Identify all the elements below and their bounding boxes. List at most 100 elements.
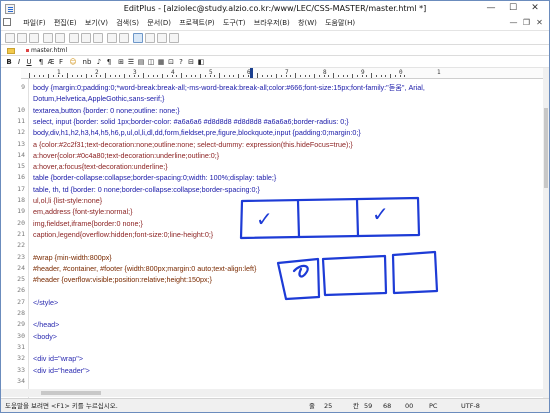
new-file-icon[interactable]: [5, 33, 15, 43]
italic-button[interactable]: I: [15, 58, 23, 67]
line-number: 34: [17, 376, 25, 385]
code-line[interactable]: body {margin:0;padding:0;*word-break:bre…: [33, 82, 545, 93]
code-line[interactable]: table, th, td {border: 0 none;border-col…: [33, 184, 545, 195]
code-line[interactable]: a {color:#2c2f31;text-decoration:none;ou…: [33, 139, 545, 150]
code-line[interactable]: ul,ol,li {list-style:none}: [33, 195, 545, 206]
doc-restore-button[interactable]: ❐: [522, 18, 531, 27]
column-value: 59: [364, 402, 373, 410]
copy-icon[interactable]: [81, 33, 91, 43]
browser-view-icon[interactable]: [133, 33, 143, 43]
emoji-icon[interactable]: ☺: [69, 58, 77, 67]
preview-icon[interactable]: [55, 33, 65, 43]
code-line[interactable]: table {border-collapse:collapse;border-s…: [33, 172, 545, 183]
code-line[interactable]: </head>: [33, 319, 545, 330]
menu-window[interactable]: 창(W): [298, 17, 317, 29]
code-line[interactable]: <body>: [33, 331, 545, 342]
code-line[interactable]: Dotum,Helvetica,AppleGothic,sans-serif;}: [33, 93, 545, 104]
code-line[interactable]: #wrap {min-width:800px}: [33, 252, 545, 263]
ruler-tick: [38, 75, 40, 77]
paste-icon[interactable]: [93, 33, 103, 43]
menu-browser[interactable]: 브라우저(B): [254, 17, 290, 29]
horizontal-scroll-thumb[interactable]: [41, 391, 101, 395]
code-line[interactable]: select, input {border: solid 1px;border-…: [33, 116, 545, 127]
frame-icon[interactable]: ▦: [157, 58, 165, 67]
code-line[interactable]: em,address {font-style:normal;}: [33, 206, 545, 217]
code-line[interactable]: [33, 342, 545, 353]
ruler-tick: [390, 74, 391, 78]
cut-icon[interactable]: [69, 33, 79, 43]
close-button[interactable]: ✕: [523, 1, 547, 17]
ruler-tick: [100, 75, 102, 77]
code-line[interactable]: a:hover,a:focus{text-decoration:underlin…: [33, 161, 545, 172]
menu-project[interactable]: 프로젝트(P): [179, 17, 214, 29]
form-icon[interactable]: ⊡: [167, 58, 175, 67]
underline-button[interactable]: U: [25, 58, 33, 67]
code-line[interactable]: #header, #container, #footer {width:800p…: [33, 263, 545, 274]
menu-tools[interactable]: 도구(T): [223, 17, 246, 29]
ruler-tick: [394, 75, 396, 77]
pilcrow-icon[interactable]: ¶: [105, 58, 113, 67]
ruler-label: 1: [437, 69, 441, 76]
image-icon[interactable]: ◫: [147, 58, 155, 67]
menu-edit[interactable]: 편집(E): [54, 17, 77, 29]
undo-icon[interactable]: [107, 33, 117, 43]
block-icon[interactable]: ▤: [137, 58, 145, 67]
help-icon[interactable]: ?: [177, 58, 185, 67]
code-line[interactable]: a:hover{color:#0c4a80;text-decoration:un…: [33, 150, 545, 161]
menu-search[interactable]: 검색(S): [116, 17, 139, 29]
print-icon[interactable]: [43, 33, 53, 43]
line-number: 31: [17, 342, 25, 351]
code-editor[interactable]: body {margin:0;padding:0;*word-break:bre…: [33, 79, 547, 398]
line-number-icon[interactable]: [169, 33, 179, 43]
code-line[interactable]: img,fieldset,iframe{border:0 none;}: [33, 218, 545, 229]
code-line[interactable]: [33, 285, 545, 296]
open-file-icon[interactable]: [17, 33, 27, 43]
doc-minimize-button[interactable]: —: [509, 18, 518, 27]
paragraph-button[interactable]: ¶: [37, 58, 45, 67]
list-icon[interactable]: ☰: [127, 58, 135, 67]
maximize-button[interactable]: ☐: [501, 1, 525, 17]
code-line[interactable]: [33, 376, 545, 387]
window-title: EditPlus - [alziolec@study.alzio.co.kr:/…: [123, 4, 427, 13]
table-icon[interactable]: ⊞: [117, 58, 125, 67]
code-line[interactable]: textarea,button {border: 0 none;outline:…: [33, 105, 545, 116]
ruler-tick: [299, 75, 301, 77]
save-icon[interactable]: [29, 33, 39, 43]
doc-close-button[interactable]: ✕: [535, 18, 544, 27]
menu-bar: 파일(F) 편집(E) 보기(V) 검색(S) 문서(D) 프로젝트(P) 도구…: [1, 17, 549, 29]
collapse-icon[interactable]: ⊟: [187, 58, 195, 67]
menu-file[interactable]: 파일(F): [23, 17, 45, 29]
file-tab-master[interactable]: master.html: [25, 45, 67, 56]
music-icon[interactable]: ♪: [95, 58, 103, 67]
code-line[interactable]: </style>: [33, 297, 545, 308]
ruler-tick: [342, 75, 344, 77]
horizontal-scrollbar[interactable]: [1, 389, 543, 397]
nbsp-button[interactable]: nb: [81, 58, 93, 67]
menu-view[interactable]: 보기(V): [85, 17, 108, 29]
ruler-icon[interactable]: [157, 33, 167, 43]
ruler-tick: [356, 75, 358, 77]
code-line[interactable]: #header {overflow:visible;position:relat…: [33, 274, 545, 285]
doc-icon[interactable]: [1, 18, 21, 30]
vertical-scrollbar[interactable]: [543, 68, 549, 398]
ruler-tick: [404, 75, 406, 77]
font-button[interactable]: Æ: [47, 58, 55, 67]
ruler-tick: [52, 75, 54, 77]
code-line[interactable]: <div id="wrap">: [33, 353, 545, 364]
code-line[interactable]: [33, 308, 545, 319]
line-number: 22: [17, 241, 25, 250]
code-line[interactable]: caption,legend{overflow:hidden;font-size…: [33, 229, 545, 240]
vertical-scroll-thumb[interactable]: [544, 108, 548, 188]
minimize-button[interactable]: —: [479, 1, 503, 17]
word-wrap-icon[interactable]: [145, 33, 155, 43]
menu-help[interactable]: 도움말(H): [325, 17, 355, 29]
code-line[interactable]: body,div,h1,h2,h3,h4,h5,h6,p,ul,ol,li,dl…: [33, 127, 545, 138]
menu-document[interactable]: 문서(D): [147, 17, 171, 29]
redo-icon[interactable]: [119, 33, 129, 43]
font-size-button[interactable]: F: [57, 58, 65, 67]
code-line[interactable]: <div id="header">: [33, 365, 545, 376]
bold-button[interactable]: B: [5, 58, 13, 67]
split-icon[interactable]: ◧: [197, 58, 205, 67]
code-line[interactable]: [33, 240, 545, 251]
folder-icon[interactable]: [7, 48, 15, 54]
